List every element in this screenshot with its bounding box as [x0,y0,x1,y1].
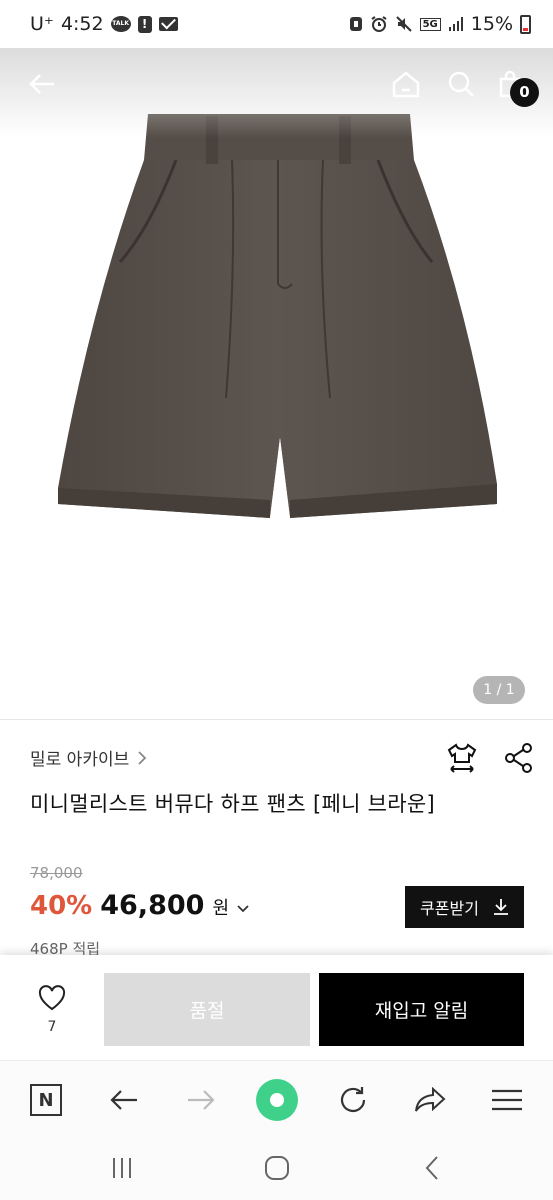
green-dot-icon [256,1079,298,1121]
refresh-icon [340,1087,366,1113]
carrier-label: U⁺ [30,13,54,35]
sale-price: 46,800 [100,890,205,921]
app-notification-icon [349,17,362,31]
original-price: 78,000 [30,864,83,882]
mail-icon [158,17,178,31]
naver-n-icon: N [30,1084,62,1116]
home-circle-icon [265,1156,289,1180]
chevron-down-icon[interactable] [237,904,249,914]
hamburger-menu-icon [492,1089,522,1111]
price-row[interactable]: 40% 46,800 원 [30,890,249,921]
chevron-left-icon [425,1156,438,1180]
coupon-download-button[interactable]: 쿠폰받기 [405,886,524,928]
brand-name: 밀로 아카이브 [30,750,130,770]
refresh-button[interactable] [330,1077,376,1123]
share-page-button[interactable] [407,1077,453,1123]
forward-share-icon [415,1087,446,1112]
back-button[interactable] [22,64,62,104]
coupon-label: 쿠폰받기 [420,899,479,918]
currency-label: 원 [212,898,229,919]
network-type-label: 5G [419,17,441,31]
system-navigation-bar [0,1138,553,1200]
share-icon [505,743,532,773]
system-back-button[interactable] [412,1152,452,1184]
browser-forward-button[interactable] [178,1077,224,1123]
browser-toolbar: N [0,1060,553,1138]
image-pager: 1 / 1 [473,676,525,704]
alarm-icon [371,16,387,32]
arrow-left-icon [29,74,54,94]
soldout-button[interactable]: 품절 [104,973,310,1046]
divider [0,719,553,720]
battery-percent: 15% [470,13,513,35]
naver-home-button[interactable]: N [23,1077,69,1123]
kakaotalk-icon: TALK [110,16,131,32]
discount-rate: 40% [30,891,93,921]
search-button[interactable] [441,64,481,104]
home-nav-button[interactable] [257,1152,297,1184]
battery-icon [520,14,531,34]
purchase-action-bar: 7 품절 재입고 알림 [0,955,553,1060]
search-icon [448,71,474,97]
home-icon [392,71,420,98]
alert-icon: ! [137,15,152,33]
clock: 4:52 [60,13,104,35]
brand-link[interactable]: 밀로 아카이브 [30,745,147,770]
green-dot-button[interactable] [254,1077,300,1123]
share-button[interactable] [504,742,534,778]
browser-menu-button[interactable] [484,1077,530,1123]
status-bar: U⁺ 4:52 TALK ! 5G 15% [0,0,553,48]
heart-icon [38,985,66,1011]
chevron-right-icon [138,750,147,765]
download-icon [493,899,508,915]
mute-icon [395,16,412,32]
size-fit-button[interactable] [446,742,478,778]
product-image-gallery[interactable]: 1 / 1 [0,48,553,720]
signal-icon [448,17,463,31]
browser-back-button[interactable] [101,1077,147,1123]
arrow-right-icon [188,1090,215,1110]
recent-apps-button[interactable] [102,1152,142,1184]
home-button[interactable] [386,64,426,104]
restock-alert-button[interactable]: 재입고 알림 [319,973,524,1046]
like-count: 7 [47,1019,57,1035]
product-image [58,114,497,518]
recent-apps-icon [113,1158,131,1178]
arrow-left-icon [110,1090,137,1110]
like-button[interactable]: 7 [32,985,72,1035]
tshirt-size-icon [447,743,477,773]
product-title: 미니멀리스트 버뮤다 하프 팬츠 [페니 브라운] [30,792,436,816]
cart-count-badge: 0 [510,78,539,107]
